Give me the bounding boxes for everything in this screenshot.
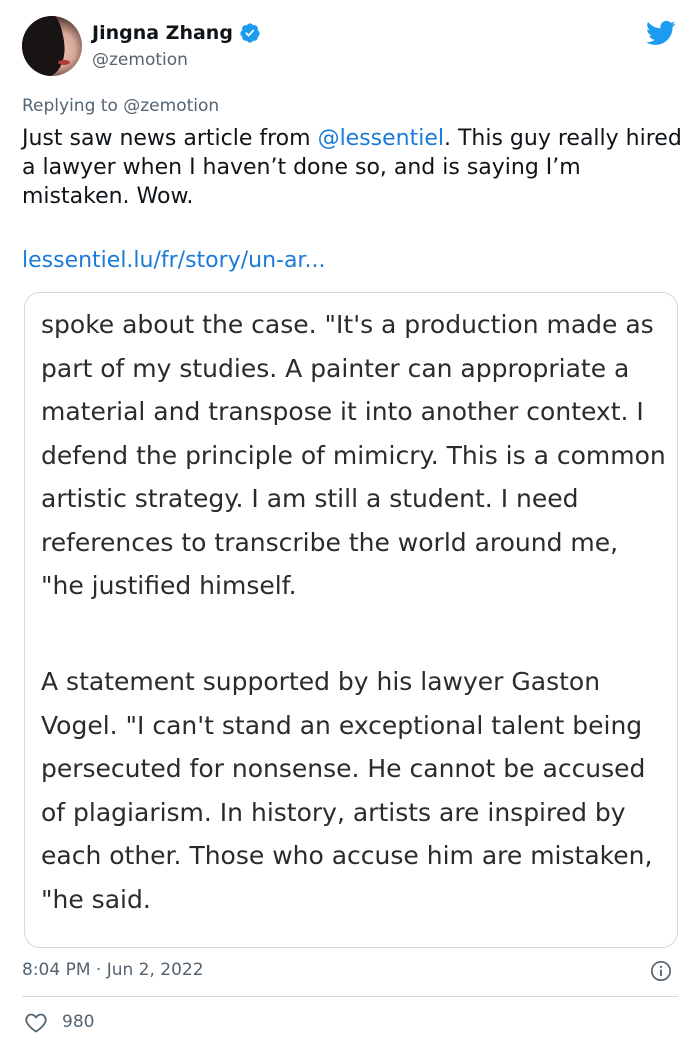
author-name[interactable]: Jingna Zhang bbox=[92, 22, 233, 44]
tweet-text: Just saw news article from @lessentiel. … bbox=[22, 124, 682, 211]
replying-prefix: Replying to bbox=[22, 96, 124, 116]
author-avatar[interactable] bbox=[22, 16, 82, 76]
tweet-timestamp[interactable]: 8:04 PM · Jun 2, 2022 bbox=[22, 960, 204, 980]
author-handle[interactable]: @zemotion bbox=[92, 50, 188, 70]
info-icon[interactable] bbox=[650, 960, 672, 982]
article-paragraph-2: A statement supported by his lawyer Gast… bbox=[41, 667, 653, 914]
article-screenshot-card[interactable]: spoke about the case. "It's a production… bbox=[24, 292, 678, 948]
tweet-link[interactable]: lessentiel.lu/fr/story/un-ar... bbox=[22, 248, 325, 273]
avatar-hair bbox=[22, 16, 71, 76]
tweet-text-before: Just saw news article from bbox=[22, 126, 318, 151]
heart-icon[interactable] bbox=[24, 1011, 48, 1033]
like-count: 980 bbox=[62, 1012, 95, 1032]
like-row: 980 bbox=[24, 1011, 94, 1033]
divider bbox=[22, 996, 678, 997]
replying-mention[interactable]: @zemotion bbox=[123, 96, 219, 116]
replying-to: Replying to @zemotion bbox=[22, 96, 219, 116]
tweet-mention[interactable]: @lessentiel bbox=[318, 126, 444, 151]
twitter-bird-icon[interactable] bbox=[644, 18, 678, 48]
verified-badge-icon bbox=[240, 23, 260, 43]
article-paragraph-1: spoke about the case. "It's a production… bbox=[41, 310, 666, 600]
author-name-row: Jingna Zhang bbox=[92, 22, 261, 44]
avatar-lips bbox=[58, 60, 70, 65]
